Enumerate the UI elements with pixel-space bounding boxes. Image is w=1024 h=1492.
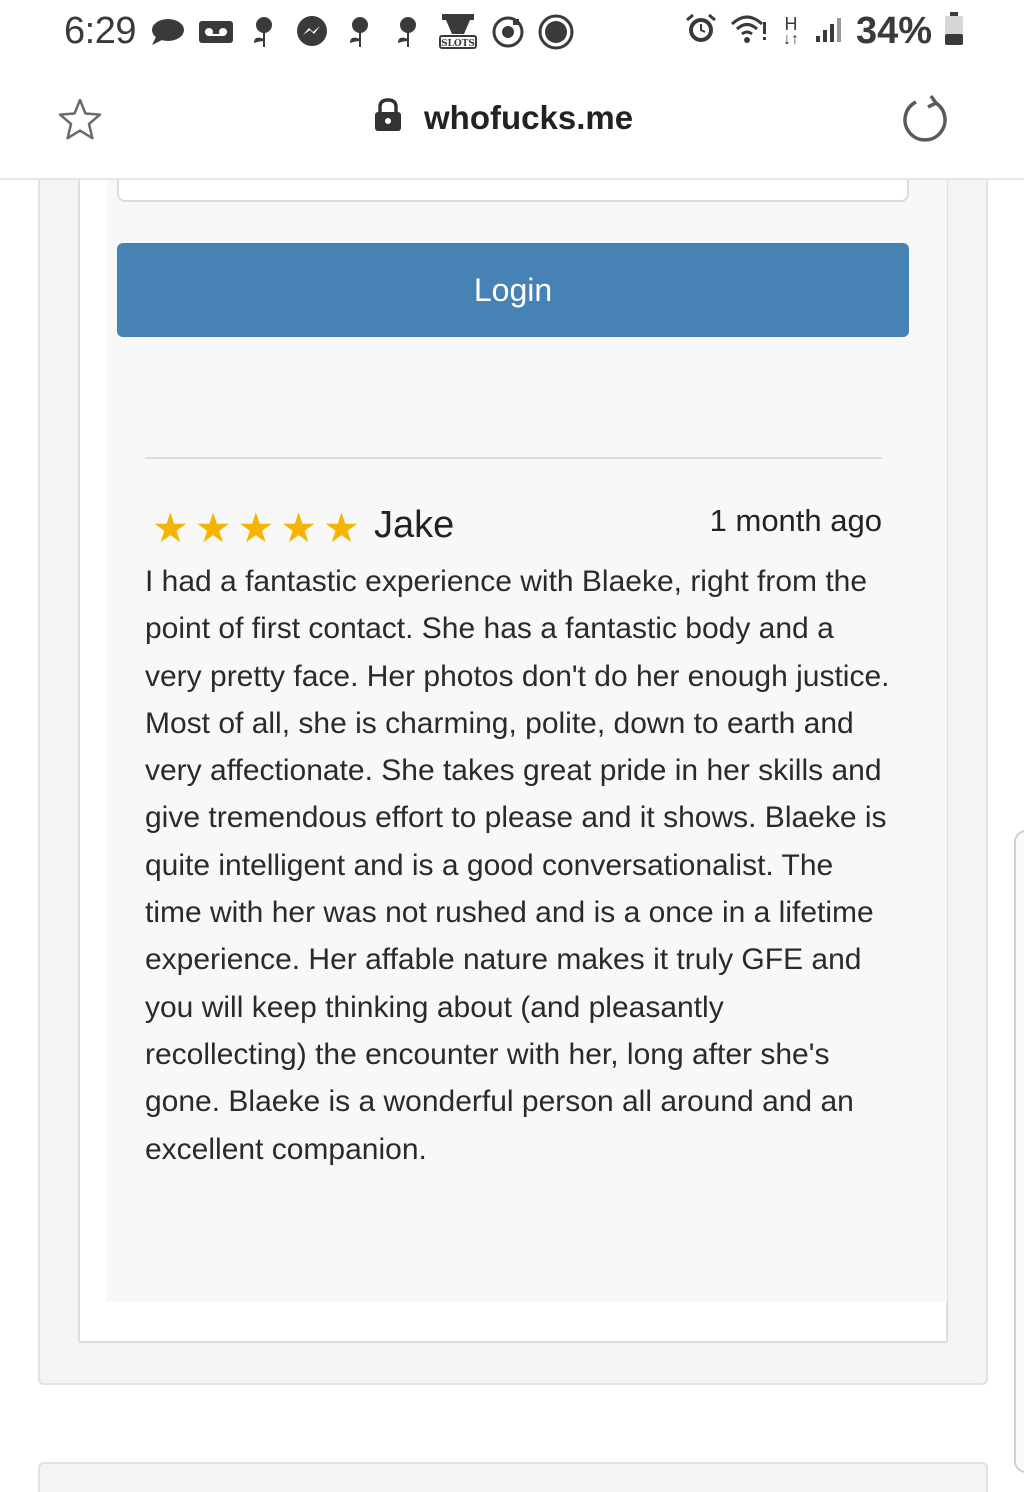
data-arrows-icon: ↓↑ (782, 30, 799, 48)
battery-icon (944, 12, 964, 51)
review-author: Jake (374, 504, 455, 546)
reload-icon[interactable] (898, 94, 952, 148)
password-input[interactable] (117, 180, 909, 202)
rose-icon (342, 14, 378, 50)
address-bar[interactable]: whofucks.me (372, 98, 633, 137)
rose-icon (246, 14, 282, 50)
section-divider (145, 457, 882, 459)
star-icon: ★ (323, 505, 360, 551)
lock-icon (372, 98, 404, 137)
star-icon: ★ (194, 505, 232, 551)
review-date: 1 month ago (709, 503, 882, 538)
status-right: H ↓↑ 34% (684, 10, 964, 53)
notification-icons: SLOTS (150, 14, 574, 50)
alarm-icon (684, 12, 718, 51)
rose-icon (390, 14, 426, 50)
messenger-icon (294, 14, 330, 50)
bookmark-star-icon[interactable] (56, 96, 104, 144)
record-icon (538, 14, 574, 50)
star-icon: ★ (152, 505, 189, 551)
scroll-handle[interactable] (1014, 830, 1024, 1473)
url-text: whofucks.me (424, 98, 634, 136)
network-type-icon: H ↓↑ (780, 13, 802, 48)
login-button[interactable]: Login (117, 243, 909, 337)
star-icon: ★ (237, 505, 275, 551)
battery-percent: 34% (855, 10, 932, 52)
network-type: H (784, 13, 798, 34)
rating-stars: ★ ★ ★ ★ ★ (152, 506, 360, 550)
status-bar: 6:29 SLOTS H ↓↑ 34% (0, 0, 1024, 66)
star-icon: ★ (280, 505, 318, 551)
wifi-icon (730, 12, 768, 51)
next-panel (38, 1462, 988, 1492)
status-time: 6:29 (64, 10, 136, 52)
browser-toolbar: whofucks.me (0, 66, 1024, 180)
chat-bubble-icon (150, 14, 186, 50)
dial-icon (490, 14, 526, 50)
review-text: I had a fantastic experience with Blaeke… (145, 565, 890, 1166)
slots-label: SLOTS (441, 39, 475, 49)
voicemail-icon (198, 14, 234, 50)
signal-icon (814, 14, 844, 49)
slots-app-icon: SLOTS (438, 14, 478, 50)
